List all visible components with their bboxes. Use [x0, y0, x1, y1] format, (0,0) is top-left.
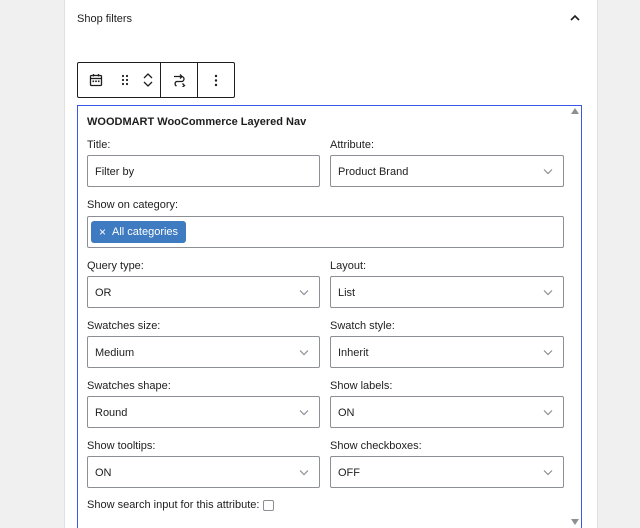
block-type-button[interactable]: [78, 63, 114, 97]
show-labels-value: ON: [338, 407, 355, 419]
swatches-size-value: Medium: [95, 347, 135, 359]
swatches-size-select[interactable]: Medium: [87, 336, 320, 368]
more-options-button[interactable]: [198, 63, 234, 97]
scroll-up-icon[interactable]: [571, 108, 579, 114]
attribute-select[interactable]: Product Brand: [330, 155, 564, 187]
chevron-down-icon: [543, 169, 553, 175]
chevron-down-icon[interactable]: [143, 81, 153, 88]
show-tooltips-label: Show tooltips:: [87, 440, 156, 452]
swatches-shape-select[interactable]: Round: [87, 396, 320, 428]
category-chip: × All categories: [91, 221, 187, 243]
show-tooltips-select[interactable]: ON: [87, 456, 320, 488]
chevron-down-icon: [543, 290, 553, 296]
show-checkboxes-select[interactable]: OFF: [330, 456, 564, 488]
show-tooltips-value: ON: [95, 467, 112, 479]
block-toolbar: [77, 62, 235, 98]
swatches-shape-value: Round: [95, 407, 128, 419]
chip-label: All categories: [112, 226, 179, 238]
block-settings-panel: Shop filters WOODMART WooCommerce Layere…: [64, 0, 598, 528]
chevron-down-icon: [299, 470, 309, 476]
layout-value: List: [338, 287, 356, 299]
toolbar-group-options: [198, 63, 234, 97]
chevron-down-icon: [543, 350, 553, 356]
attribute-value: Product Brand: [338, 166, 409, 178]
chevron-down-icon: [299, 350, 309, 356]
chevron-down-icon: [299, 410, 309, 416]
chip-remove-icon[interactable]: ×: [99, 226, 106, 238]
layout-select[interactable]: List: [330, 276, 564, 308]
scroll-down-icon[interactable]: [571, 519, 579, 525]
toolbar-group-block: [78, 63, 161, 97]
attribute-label: Attribute:: [330, 139, 375, 151]
layout-label: Layout:: [330, 260, 367, 272]
swatches-size-label: Swatches size:: [87, 320, 161, 332]
show-labels-select[interactable]: ON: [330, 396, 564, 428]
query-type-value: OR: [95, 287, 112, 299]
calendar-icon: [89, 74, 103, 87]
drag-handle-button[interactable]: [114, 63, 136, 97]
move-buttons: [136, 63, 160, 97]
chevron-up-icon[interactable]: [567, 10, 583, 26]
transform-button[interactable]: [161, 63, 197, 97]
show-checkboxes-value: OFF: [338, 467, 360, 479]
chevron-down-icon: [543, 470, 553, 476]
panel-header[interactable]: Shop filters: [65, 0, 597, 40]
swatches-shape-label: Swatches shape:: [87, 380, 171, 392]
swatch-style-select[interactable]: Inherit: [330, 336, 564, 368]
transform-icon: [174, 74, 186, 87]
search-input-label: Show search input for this attribute:: [87, 499, 260, 511]
category-label: Show on category:: [87, 199, 179, 211]
show-labels-label: Show labels:: [330, 380, 393, 392]
swatch-style-label: Swatch style:: [330, 320, 395, 332]
category-multiselect[interactable]: × All categories: [87, 216, 564, 248]
title-value: Filter by: [95, 166, 135, 178]
query-type-select[interactable]: OR: [87, 276, 320, 308]
widget-block: WOODMART WooCommerce Layered Nav Title: …: [77, 105, 582, 528]
search-input-checkbox[interactable]: [263, 500, 274, 511]
title-label: Title:: [87, 139, 111, 151]
toolbar-group-transform: [161, 63, 198, 97]
more-options-icon: [214, 74, 218, 86]
query-type-label: Query type:: [87, 260, 144, 272]
panel-title: Shop filters: [77, 13, 133, 25]
chevron-down-icon: [543, 410, 553, 416]
chevron-up-icon[interactable]: [143, 72, 153, 79]
chevron-down-icon: [299, 290, 309, 296]
show-checkboxes-label: Show checkboxes:: [330, 440, 422, 452]
drag-handle-icon: [121, 74, 129, 86]
widget-title: WOODMART WooCommerce Layered Nav: [87, 116, 307, 128]
title-input[interactable]: Filter by: [87, 155, 320, 187]
swatch-style-value: Inherit: [338, 347, 369, 359]
